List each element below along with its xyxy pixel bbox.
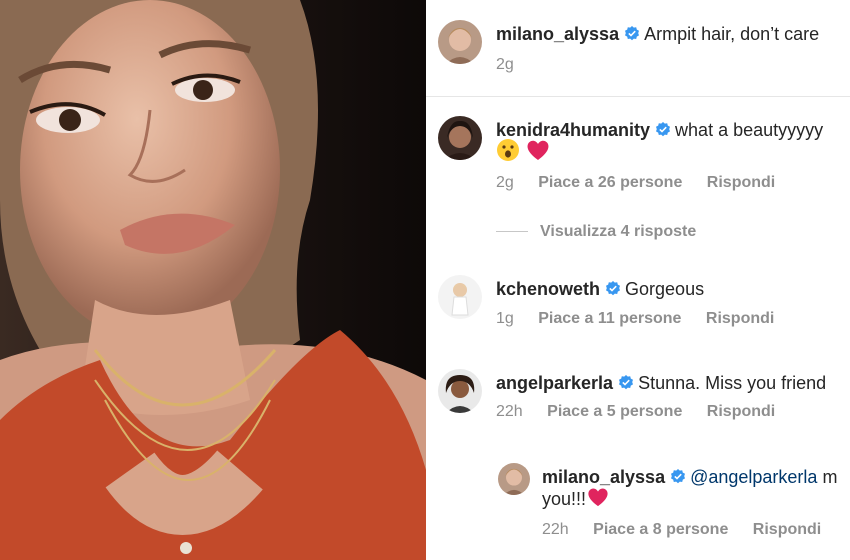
view-replies-label: Visualizza 4 risposte <box>540 223 697 240</box>
verified-badge-icon <box>606 281 621 296</box>
likes-count[interactable]: Piace a 11 persone <box>538 310 681 328</box>
likes-count[interactable]: Piace a 5 persone <box>547 403 682 421</box>
likes-count[interactable]: Piace a 8 persone <box>593 521 728 539</box>
username[interactable]: angelparkerla <box>496 373 613 393</box>
avatar[interactable] <box>498 463 530 495</box>
comment-meta: 22h Piace a 5 persone Rispondi <box>496 403 795 421</box>
comment-time: 2g <box>496 174 514 191</box>
reply-button[interactable]: Rispondi <box>706 310 774 328</box>
view-replies-line <box>496 231 528 233</box>
comment-time: 1g <box>496 310 514 327</box>
portrait-image <box>0 0 426 560</box>
red-heart-icon <box>588 488 608 507</box>
avatar[interactable] <box>438 275 482 319</box>
verified-badge-icon <box>671 469 686 484</box>
verified-badge-icon <box>625 26 640 41</box>
red-heart-icon <box>527 140 549 160</box>
comment-time: 22h <box>496 403 523 420</box>
avatar[interactable] <box>438 20 482 64</box>
verified-badge-icon <box>656 122 671 137</box>
comment-meta: 22h Piace a 8 persone Rispondi <box>542 521 841 539</box>
comment-text: Gorgeous <box>625 279 705 299</box>
verified-badge-icon <box>619 375 634 390</box>
comment-meta: 2g Piace a 26 persone Rispondi <box>496 174 795 192</box>
comment-text: Armpit hair, don’t care <box>644 24 820 44</box>
username[interactable]: milano_alyssa <box>542 467 665 487</box>
reply-button[interactable]: Rispondi <box>707 403 775 421</box>
username[interactable]: kenidra4humanity <box>496 120 650 140</box>
username[interactable]: milano_alyssa <box>496 24 619 44</box>
comment-meta: 2g <box>496 56 534 74</box>
comments-panel: milano_alyssa Armpit hair, don’t care 2g … <box>426 0 850 560</box>
comment-text: m <box>822 467 838 487</box>
post-photo <box>0 0 426 560</box>
reply-button[interactable]: Rispondi <box>753 521 821 539</box>
username[interactable]: kchenoweth <box>496 279 600 299</box>
comment-text: what a beautyyyyy <box>675 120 824 140</box>
comment-text: Stunna. Miss you friend <box>638 373 827 393</box>
avatar[interactable] <box>438 116 482 160</box>
comment-meta: 1g Piace a 11 persone Rispondi <box>496 310 794 328</box>
comment-time: 2g <box>496 56 514 73</box>
face-with-open-mouth-icon <box>497 139 519 161</box>
comment-time: 22h <box>542 521 569 538</box>
mention-link[interactable]: @angelparkerla <box>690 467 817 487</box>
avatar[interactable] <box>438 369 482 413</box>
reply-button[interactable]: Rispondi <box>707 174 775 192</box>
view-replies-button[interactable]: Visualizza 4 risposte <box>496 223 696 241</box>
comment-text-line2: you!!! <box>542 489 587 509</box>
likes-count[interactable]: Piace a 26 persone <box>538 174 682 192</box>
divider <box>426 96 850 97</box>
